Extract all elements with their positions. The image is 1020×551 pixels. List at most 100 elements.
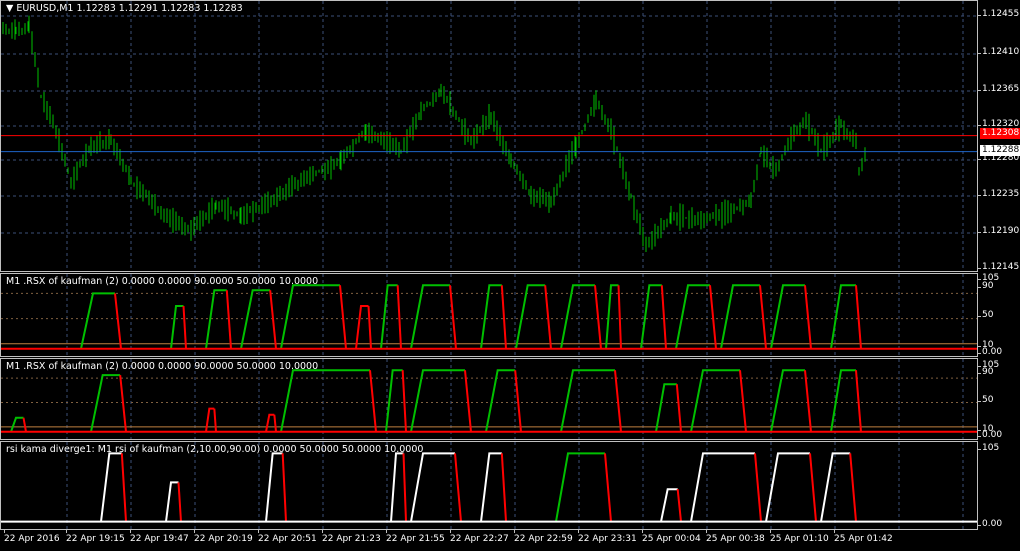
indicator-line-up bbox=[655, 383, 677, 432]
time-tick: 22 Apr 23:31 bbox=[578, 530, 637, 544]
indicator-line-up bbox=[720, 284, 760, 349]
indicator-line-up bbox=[480, 284, 502, 349]
time-tick: 22 Apr 22:27 bbox=[450, 530, 509, 544]
time-tick: 22 Apr 20:51 bbox=[258, 530, 317, 544]
level-tick: 90 bbox=[977, 367, 994, 377]
indicator-line-down bbox=[119, 374, 127, 432]
indicator-line-down bbox=[464, 370, 472, 432]
indicator-line-up bbox=[560, 284, 595, 349]
time-tick: 22 Apr 19:15 bbox=[66, 530, 125, 544]
indicator-line-up bbox=[690, 452, 755, 522]
time-tick: 22 Apr 19:47 bbox=[130, 530, 189, 544]
level-tick: 0.00 bbox=[977, 347, 1003, 357]
indicator-line-down bbox=[849, 453, 857, 522]
indicator-axis-2: 105 90 50 10 0.00 bbox=[977, 358, 1020, 440]
indicator-pane-rsi-kama[interactable]: rsi kama diverge1: M1 rsi of kaufman (2,… bbox=[0, 441, 978, 530]
indicator-line-up bbox=[605, 284, 619, 349]
time-tick: 25 Apr 01:42 bbox=[834, 530, 893, 544]
indicator-axis-1: 105 90 50 10 0.00 bbox=[977, 273, 1020, 357]
indicator-line-up bbox=[170, 305, 184, 349]
indicator-line-down bbox=[396, 285, 402, 349]
indicator-line-down bbox=[759, 285, 767, 349]
time-tick: 25 Apr 00:04 bbox=[642, 530, 701, 544]
indicator-line-up bbox=[770, 284, 805, 349]
symbol-label: EURUSD,M1 bbox=[16, 3, 74, 14]
time-tick: 22 Apr 21:23 bbox=[322, 530, 381, 544]
indicator-line-down bbox=[675, 384, 682, 432]
indicator-line-down bbox=[22, 417, 27, 432]
indicator-line-down bbox=[269, 290, 277, 349]
time-tick: 22 Apr 2016 bbox=[4, 530, 60, 544]
indicator-line-down bbox=[402, 453, 407, 522]
indicator-line-up bbox=[820, 452, 851, 522]
indicator-line-down bbox=[114, 293, 122, 349]
level-tick: 0.00 bbox=[977, 519, 1003, 529]
collapse-arrow-icon[interactable]: ▼ bbox=[6, 3, 13, 14]
indicator-line-down bbox=[177, 482, 182, 522]
time-tick: 22 Apr 22:59 bbox=[514, 530, 573, 544]
main-chart-pane[interactable]: ▼ EURUSD,M1 1.12283 1.12291 1.12283 1.12… bbox=[0, 0, 978, 272]
indicator-line-down bbox=[401, 370, 407, 432]
current-price-tag: 1.12288 bbox=[980, 145, 1020, 156]
indicator-line-up bbox=[380, 284, 398, 349]
red-line-price-tag: 1.12308 bbox=[980, 128, 1020, 139]
indicator-line-down bbox=[614, 370, 622, 432]
indicator-title: M1 .RSX of kaufman (2) 0.0000 0.0000 90.… bbox=[6, 276, 319, 287]
indicator-pane-rsx-1[interactable]: M1 .RSX of kaufman (2) 0.0000 0.0000 90.… bbox=[0, 273, 978, 357]
indicator-line-down bbox=[594, 285, 602, 349]
indicator-line-down bbox=[120, 453, 127, 522]
main-chart-title: ▼ EURUSD,M1 1.12283 1.12291 1.12283 1.12… bbox=[6, 3, 243, 14]
indicator-line-up bbox=[515, 284, 546, 349]
level-tick: 90 bbox=[977, 281, 994, 291]
indicator-line-down bbox=[213, 408, 217, 432]
price-tick: 1.12365 bbox=[977, 84, 1020, 94]
candles bbox=[2, 15, 866, 253]
indicator-line-up bbox=[90, 374, 121, 432]
time-tick: 25 Apr 00:38 bbox=[706, 530, 765, 544]
indicator-line-up bbox=[640, 284, 662, 349]
indicator-line-up bbox=[100, 452, 122, 522]
indicator-line-up bbox=[265, 452, 283, 522]
price-chart[interactable] bbox=[1, 1, 977, 271]
time-axis[interactable]: 22 Apr 2016 22 Apr 19:15 22 Apr 19:47 22… bbox=[0, 530, 1020, 551]
indicator-line-up bbox=[205, 407, 215, 432]
indicator-pane-rsx-2[interactable]: M1 .RSX of kaufman (2) 0.0000 0.0000 90.… bbox=[0, 358, 978, 440]
indicator-line-down bbox=[454, 453, 462, 522]
indicator-line-down bbox=[225, 290, 232, 349]
indicator-line-down bbox=[676, 489, 682, 522]
indicator-line-up bbox=[410, 369, 465, 432]
time-tick: 22 Apr 21:55 bbox=[386, 530, 445, 544]
indicator-line-down bbox=[855, 370, 862, 432]
indicator-line-up bbox=[410, 284, 450, 349]
indicator-line-up bbox=[485, 369, 516, 432]
indicator-line-down bbox=[739, 370, 747, 432]
price-tick: 1.12410 bbox=[977, 47, 1020, 57]
price-tick: 1.12190 bbox=[977, 226, 1020, 236]
indicator-line-up bbox=[660, 488, 678, 522]
time-tick: 25 Apr 01:10 bbox=[770, 530, 829, 544]
indicator-line-down bbox=[709, 285, 717, 349]
time-tick: 22 Apr 20:19 bbox=[194, 530, 253, 544]
price-tick: 1.12455 bbox=[977, 9, 1020, 19]
indicator-line-up bbox=[280, 284, 340, 349]
rsi-kama-indicator-chart[interactable] bbox=[1, 442, 977, 529]
indicator-line-down bbox=[604, 453, 612, 522]
indicator-line-down bbox=[367, 305, 372, 349]
indicator-line-down bbox=[855, 285, 862, 349]
ohlc-label: 1.12283 1.12291 1.12283 1.12283 bbox=[76, 3, 243, 14]
level-tick: 0.00 bbox=[977, 430, 1003, 440]
level-tick: 50 bbox=[977, 310, 994, 320]
indicator-line-up bbox=[480, 452, 502, 522]
indicator-line-down bbox=[660, 285, 667, 349]
indicator-line-down bbox=[500, 453, 507, 522]
indicator-line-down bbox=[281, 453, 287, 522]
level-tick: 105 bbox=[977, 443, 1000, 453]
indicator-line-down bbox=[182, 305, 187, 349]
indicator-line-up bbox=[280, 369, 370, 432]
indicator-line-up bbox=[770, 369, 805, 432]
price-tick: 1.12145 bbox=[977, 262, 1020, 272]
indicator-line-up bbox=[265, 413, 275, 432]
indicator-line-up bbox=[765, 452, 810, 522]
indicator-title: M1 .RSX of kaufman (2) 0.0000 0.0000 90.… bbox=[6, 361, 319, 372]
indicator-line-up bbox=[165, 481, 179, 522]
